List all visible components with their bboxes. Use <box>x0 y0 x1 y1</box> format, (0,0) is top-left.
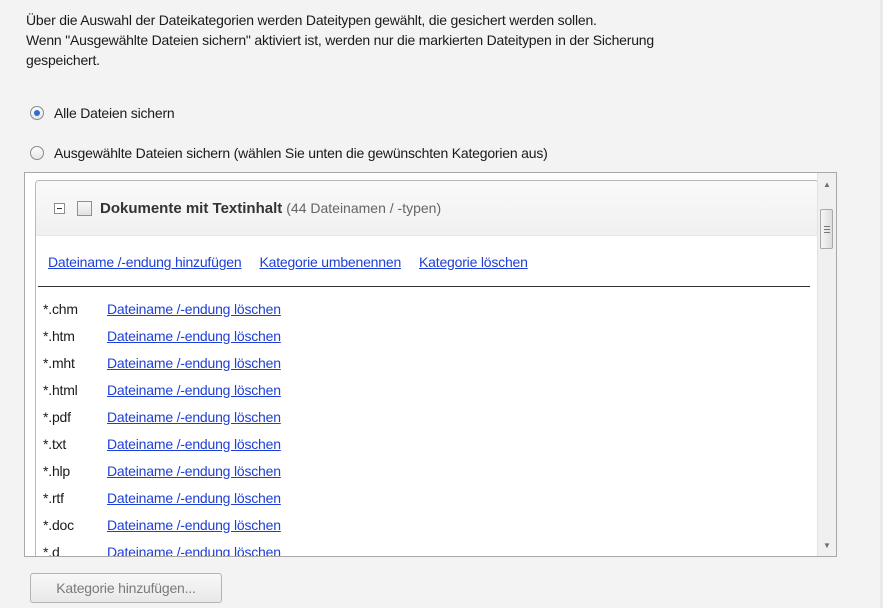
category-title: Dokumente mit Textinhalt <box>100 199 283 217</box>
vertical-scrollbar[interactable]: ▲ ▼ <box>817 173 836 556</box>
list-item: *.txt Dateiname /-endung löschen <box>43 430 281 457</box>
radio-selected-files-label: Ausgewählte Dateien sichern (wählen Sie … <box>54 145 548 161</box>
file-extension: *.txt <box>43 435 67 452</box>
intro-line-3: gespeichert. <box>26 52 100 68</box>
list-item: *.rtf Dateiname /-endung löschen <box>43 484 281 511</box>
list-item: *.doc Dateiname /-endung löschen <box>43 511 281 538</box>
category-count: (44 Dateinamen / -typen) <box>286 199 442 216</box>
triangle-down-icon[interactable]: ▼ <box>818 536 836 554</box>
category-actions: Dateiname /-endung hinzufügen Kategorie … <box>38 236 810 287</box>
delete-filename-link[interactable]: Dateiname /-endung löschen <box>107 490 281 506</box>
list-item: *.htm Dateiname /-endung löschen <box>43 322 281 349</box>
add-category-button[interactable]: Kategorie hinzufügen... <box>30 573 222 603</box>
delete-filename-link[interactable]: Dateiname /-endung löschen <box>107 544 281 557</box>
file-extension: *.d <box>43 543 60 557</box>
radio-selected-files[interactable]: Ausgewählte Dateien sichern (wählen Sie … <box>30 145 548 161</box>
triangle-up-icon[interactable]: ▲ <box>818 175 836 193</box>
delete-filename-link[interactable]: Dateiname /-endung löschen <box>107 409 281 425</box>
delete-filename-link[interactable]: Dateiname /-endung löschen <box>107 355 281 371</box>
delete-filename-link[interactable]: Dateiname /-endung löschen <box>107 328 281 344</box>
collapse-minus-icon[interactable] <box>54 202 65 214</box>
file-extension: *.chm <box>43 300 78 317</box>
rename-category-link[interactable]: Kategorie umbenennen <box>259 254 401 286</box>
delete-filename-link[interactable]: Dateiname /-endung löschen <box>107 517 281 533</box>
radio-all-files-label: Alle Dateien sichern <box>54 105 175 121</box>
file-extension: *.doc <box>43 516 74 533</box>
scrollbar-thumb[interactable] <box>820 209 833 249</box>
delete-filename-link[interactable]: Dateiname /-endung löschen <box>107 382 281 398</box>
radio-all-files[interactable]: Alle Dateien sichern <box>30 105 175 121</box>
file-extension: *.rtf <box>43 489 64 506</box>
file-extension: *.htm <box>43 327 75 344</box>
intro-line-2: Wenn "Ausgewählte Dateien sichern" aktiv… <box>26 32 654 48</box>
list-item: *.mht Dateiname /-endung löschen <box>43 349 281 376</box>
file-type-list: *.chm Dateiname /-endung löschen *.htm D… <box>43 295 281 557</box>
delete-filename-link[interactable]: Dateiname /-endung löschen <box>107 301 281 317</box>
list-item: *.html Dateiname /-endung löschen <box>43 376 281 403</box>
radio-button-checked[interactable] <box>30 106 44 120</box>
file-extension: *.mht <box>43 354 75 371</box>
delete-filename-link[interactable]: Dateiname /-endung löschen <box>107 463 281 479</box>
category-checkbox[interactable] <box>77 200 92 216</box>
delete-category-link[interactable]: Kategorie löschen <box>419 254 528 286</box>
category-list: Dokumente mit Textinhalt (44 Dateinamen … <box>24 172 837 557</box>
category-header: Dokumente mit Textinhalt (44 Dateinamen … <box>36 181 818 236</box>
list-item: *.chm Dateiname /-endung löschen <box>43 295 281 322</box>
file-extension: *.pdf <box>43 408 71 425</box>
file-extension: *.hlp <box>43 462 71 479</box>
intro-text: Über die Auswahl der Dateikategorien wer… <box>26 10 846 70</box>
delete-filename-link[interactable]: Dateiname /-endung löschen <box>107 436 281 452</box>
add-filename-link[interactable]: Dateiname /-endung hinzufügen <box>48 254 242 286</box>
list-item: *.d Dateiname /-endung löschen <box>43 538 281 557</box>
list-item: *.pdf Dateiname /-endung löschen <box>43 403 281 430</box>
radio-button-unchecked[interactable] <box>30 146 44 160</box>
intro-line-1: Über die Auswahl der Dateikategorien wer… <box>26 12 597 28</box>
list-item: *.hlp Dateiname /-endung löschen <box>43 457 281 484</box>
file-extension: *.html <box>43 381 78 398</box>
